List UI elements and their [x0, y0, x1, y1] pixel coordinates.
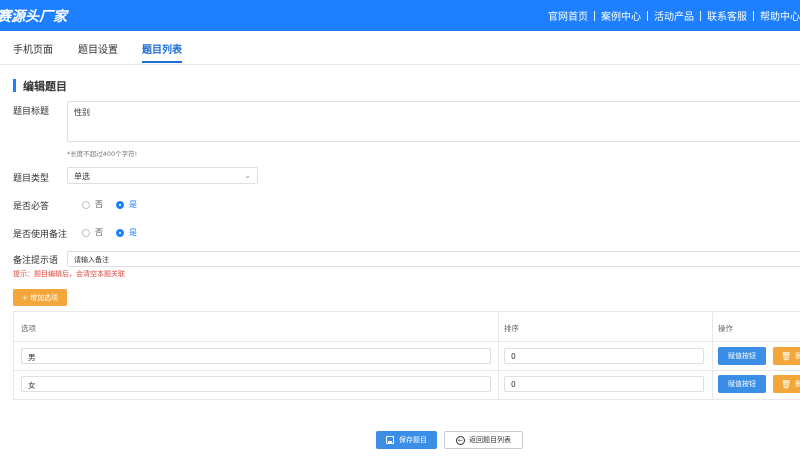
nav-help[interactable]: 帮助中心 — [754, 8, 800, 23]
delete-label: 删除 — [795, 352, 800, 360]
delete-button[interactable]: 🗑 删除 — [773, 347, 800, 365]
sort-input[interactable]: 0 — [504, 348, 704, 364]
edit-warning-text: 提示：题目编辑后，会清空本题关联 — [13, 270, 125, 278]
sort-input[interactable]: 0 — [504, 376, 704, 392]
use-note-no-radio[interactable]: 否 — [82, 227, 103, 238]
back-to-list-button[interactable]: ← 返回题目列表 — [444, 431, 523, 449]
column-divider — [498, 312, 499, 399]
nav-support[interactable]: 联系客服 — [701, 8, 753, 23]
tab-question-list[interactable]: 题目列表 — [142, 41, 182, 63]
tab-mobile-page[interactable]: 手机页面 — [13, 41, 53, 56]
required-label: 是否必答 — [13, 202, 50, 212]
type-label: 题目类型 — [13, 174, 50, 184]
type-select-value: 单选 — [74, 172, 90, 181]
trash-icon: 🗑 — [781, 351, 792, 361]
title-length-hint: *长度不超过400个字符! — [67, 150, 138, 158]
save-label: 保存题目 — [399, 436, 427, 444]
radio-label: 是 — [129, 200, 137, 209]
required-radio-group: 否 是 — [82, 199, 150, 210]
use-note-label: 是否使用备注 — [13, 230, 68, 240]
save-question-button[interactable]: 保存题目 — [376, 431, 437, 449]
option-input[interactable]: 男 — [21, 348, 491, 364]
assign-button[interactable]: 赋值按钮 — [718, 375, 766, 393]
radio-circle-icon — [82, 200, 90, 209]
section-title: 编辑题目 — [13, 79, 67, 93]
column-header-sort: 排序 — [504, 324, 519, 333]
column-header-option: 选项 — [21, 324, 36, 333]
assign-button[interactable]: 赋值按钮 — [718, 347, 766, 365]
radio-label: 是 — [129, 228, 137, 237]
delete-button[interactable]: 🗑 删除 — [773, 375, 800, 393]
radio-label: 否 — [95, 200, 103, 209]
back-arrow-icon: ← — [456, 435, 465, 445]
radio-label: 否 — [95, 228, 103, 237]
required-yes-radio[interactable]: 是 — [116, 199, 137, 210]
radio-circle-icon — [82, 228, 90, 237]
save-icon — [386, 436, 394, 444]
top-nav: 官网首页 案例中心 活动产品 联系客服 帮助中心 — [542, 8, 800, 23]
title-accent-bar — [13, 79, 16, 92]
brand-logo[interactable]: 赛源头厂家 — [0, 6, 67, 26]
type-select[interactable]: 单选 ⌄ — [67, 167, 258, 184]
title-label: 题目标题 — [13, 107, 50, 117]
radio-checked-icon — [116, 200, 124, 209]
back-label: 返回题目列表 — [469, 436, 511, 444]
tab-question-settings[interactable]: 题目设置 — [78, 41, 118, 56]
add-option-button[interactable]: + 增加选项 — [13, 289, 67, 306]
options-table: 选项 排序 操作 男 0 赋值按钮 🗑 删除 女 0 赋值按钮 🗑 删除 — [13, 311, 800, 400]
section-title-text: 编辑题目 — [23, 79, 67, 93]
note-prompt-label: 备注提示语 — [13, 256, 59, 266]
trash-icon: 🗑 — [781, 379, 792, 389]
nav-cases[interactable]: 案例中心 — [595, 8, 647, 23]
use-note-radio-group: 否 是 — [82, 227, 150, 238]
title-textarea[interactable]: 性别 — [67, 101, 800, 142]
note-prompt-input[interactable]: 请输入备注 — [67, 251, 800, 267]
column-header-actions: 操作 — [718, 324, 733, 333]
use-note-yes-radio[interactable]: 是 — [116, 227, 137, 238]
row-divider — [14, 370, 800, 371]
column-divider — [712, 312, 713, 399]
top-bar: 赛源头厂家 官网首页 案例中心 活动产品 联系客服 帮助中心 — [0, 0, 800, 31]
required-no-radio[interactable]: 否 — [82, 199, 103, 210]
option-input[interactable]: 女 — [21, 376, 491, 392]
row-divider — [14, 341, 800, 342]
delete-label: 删除 — [795, 380, 800, 388]
nav-products[interactable]: 活动产品 — [648, 8, 700, 23]
page-tabs: 手机页面 题目设置 题目列表 — [0, 31, 800, 65]
radio-checked-icon — [116, 228, 124, 237]
nav-home[interactable]: 官网首页 — [542, 8, 594, 23]
chevron-down-icon: ⌄ — [244, 171, 251, 180]
